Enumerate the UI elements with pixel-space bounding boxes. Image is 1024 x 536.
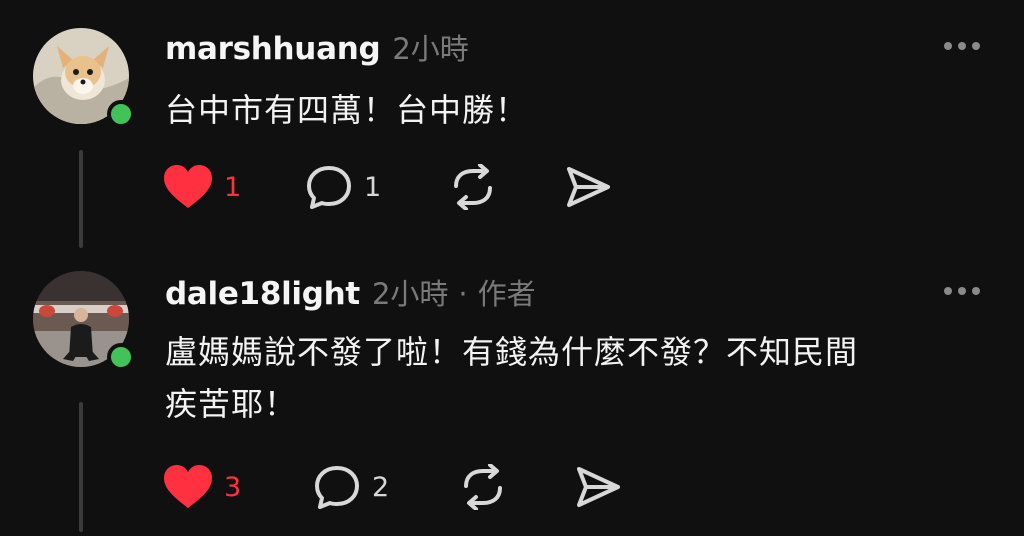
author-badge: 作者: [477, 277, 536, 311]
thread-line: [79, 150, 83, 248]
like-button[interactable]: 1: [162, 162, 241, 212]
timestamp: 2小時: [371, 277, 449, 311]
post-text-line: 疾苦耶！: [165, 385, 298, 423]
like-button[interactable]: 3: [162, 462, 241, 512]
more-options-icon[interactable]: [944, 285, 980, 297]
online-status-indicator: [107, 100, 135, 128]
thread-line: [79, 402, 83, 532]
like-count: 3: [224, 471, 242, 503]
online-status-indicator: [107, 343, 135, 371]
separator-dot: ·: [458, 277, 468, 311]
comment-count: 2: [372, 471, 390, 503]
username[interactable]: dale18light: [165, 276, 360, 312]
comment-button[interactable]: 1: [304, 162, 381, 212]
send-icon: [577, 467, 620, 507]
threads-replies: marshhuang 2小時 台中市有四萬！台中勝！ 1 1 dale18lig…: [0, 0, 1024, 536]
comment-count: 1: [364, 171, 382, 203]
timestamp: 2小時: [392, 32, 469, 66]
post-header: dale18light 2小時 · 作者: [165, 271, 536, 313]
post-header: marshhuang 2小時: [165, 26, 469, 68]
repost-button[interactable]: [448, 162, 498, 212]
comment-button[interactable]: 2: [312, 462, 389, 512]
send-icon: [567, 167, 610, 207]
heart-icon: [164, 465, 212, 508]
post-text-line: 盧媽媽說不發了啦！有錢為什麼不發？不知民間: [165, 333, 859, 371]
post-text: 盧媽媽說不發了啦！有錢為什麼不發？不知民間 疾苦耶！: [165, 326, 965, 430]
repost-button[interactable]: [458, 462, 508, 512]
repost-icon: [454, 164, 492, 210]
like-count: 1: [224, 171, 242, 203]
post-text: 台中市有四萬！台中勝！: [165, 91, 529, 129]
repost-icon: [464, 464, 502, 510]
comment-bubble-icon: [307, 166, 351, 209]
comment-bubble-icon: [315, 466, 359, 509]
avatar[interactable]: [33, 271, 135, 371]
share-button[interactable]: [564, 162, 612, 212]
heart-icon: [164, 165, 212, 208]
more-options-icon[interactable]: [944, 40, 980, 52]
avatar[interactable]: [33, 28, 135, 128]
username[interactable]: marshhuang: [165, 31, 381, 67]
share-button[interactable]: [574, 462, 622, 512]
